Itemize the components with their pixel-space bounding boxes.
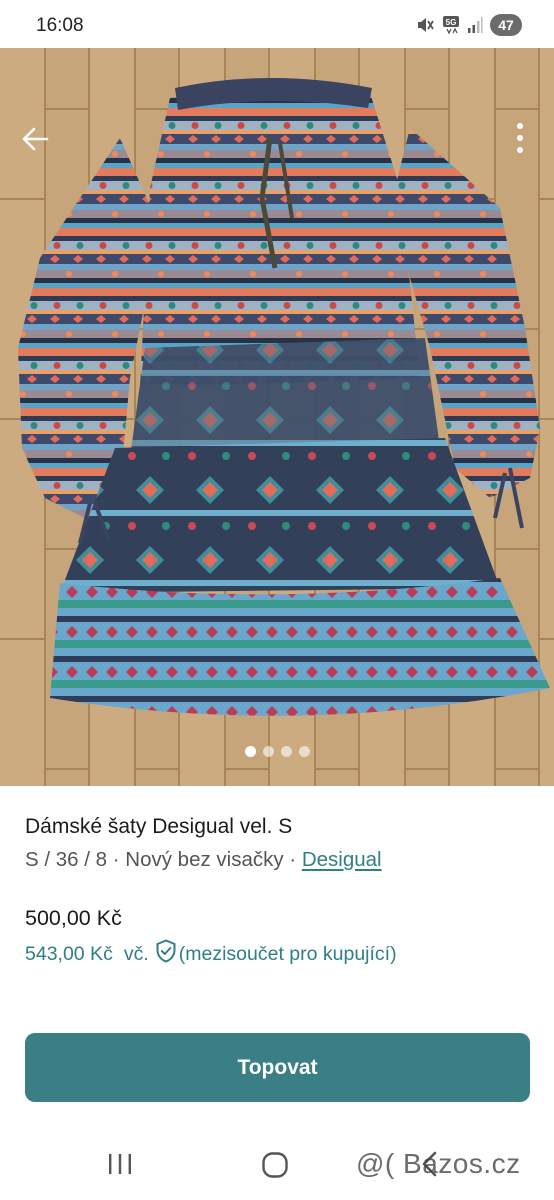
status-time: 16:08 [36, 15, 84, 36]
svg-text:5G: 5G [446, 18, 457, 27]
mute-icon [415, 15, 435, 35]
signal-icon [467, 16, 483, 34]
watermark: @( Bazos.cz [356, 1148, 521, 1179]
listing-meta: S / 36 / 8 · Nový bez visačky · Desigual [25, 848, 382, 872]
more-vert-icon [517, 123, 523, 153]
listing-title: Dámské šaty Desigual vel. S [25, 815, 293, 838]
arrow-back-icon [22, 127, 49, 151]
more-options-button[interactable] [502, 116, 538, 160]
topovat-button[interactable]: Topovat [25, 1033, 530, 1102]
back-button[interactable] [14, 118, 56, 160]
gallery-dot[interactable] [298, 746, 310, 757]
shield-check-icon [155, 939, 177, 969]
battery-badge: 47 [490, 14, 522, 36]
product-photo[interactable] [0, 48, 554, 786]
buyer-price: 543,00 Kč [25, 942, 113, 965]
gallery-indicator [0, 746, 554, 757]
status-bar: 16:08 5G 47 [0, 0, 554, 48]
network-5g-icon: 5G [442, 15, 460, 35]
home-icon[interactable] [261, 1151, 289, 1184]
dress-photo-illustration [0, 48, 554, 786]
gallery-dot[interactable] [280, 746, 292, 757]
buyer-price-row: 543,00 Kč vč. (mezisoučet pro kupující) [25, 939, 397, 969]
gallery-dot[interactable] [262, 746, 274, 757]
buyer-price-note: (mezisoučet pro kupující) [178, 942, 397, 965]
listing-price: 500,00 Kč [25, 906, 122, 930]
status-icons: 5G 47 [415, 14, 522, 36]
recent-apps-icon[interactable] [106, 1152, 134, 1181]
brand-link[interactable]: Desigual [302, 848, 382, 871]
gallery-dot[interactable] [244, 746, 256, 757]
buyer-price-prefix: vč. [123, 942, 149, 965]
listing-attributes: S / 36 / 8 · Nový bez visačky · [25, 848, 302, 871]
